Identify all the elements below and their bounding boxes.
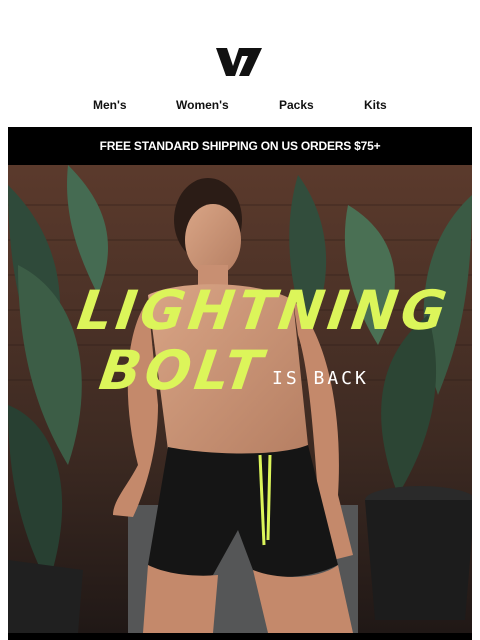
hero-image[interactable]: LIGHTNING BOLT IS BACK bbox=[8, 165, 472, 633]
main-nav: Men's Women's Packs Kits bbox=[0, 98, 480, 114]
nav-item-kits[interactable]: Kits bbox=[364, 98, 387, 112]
nav-item-mens[interactable]: Men's bbox=[93, 98, 127, 112]
shipping-banner[interactable]: FREE STANDARD SHIPPING ON US ORDERS $75+ bbox=[8, 127, 472, 165]
hero-headline-line1: LIGHTNING bbox=[73, 279, 455, 342]
hero-headline-line2: BOLT bbox=[95, 339, 270, 402]
nav-item-womens[interactable]: Women's bbox=[176, 98, 229, 112]
nav-item-packs[interactable]: Packs bbox=[279, 98, 314, 112]
bottom-bar bbox=[8, 633, 472, 640]
brand-logo-icon[interactable] bbox=[216, 48, 262, 76]
hero-subline: IS BACK bbox=[272, 368, 369, 389]
